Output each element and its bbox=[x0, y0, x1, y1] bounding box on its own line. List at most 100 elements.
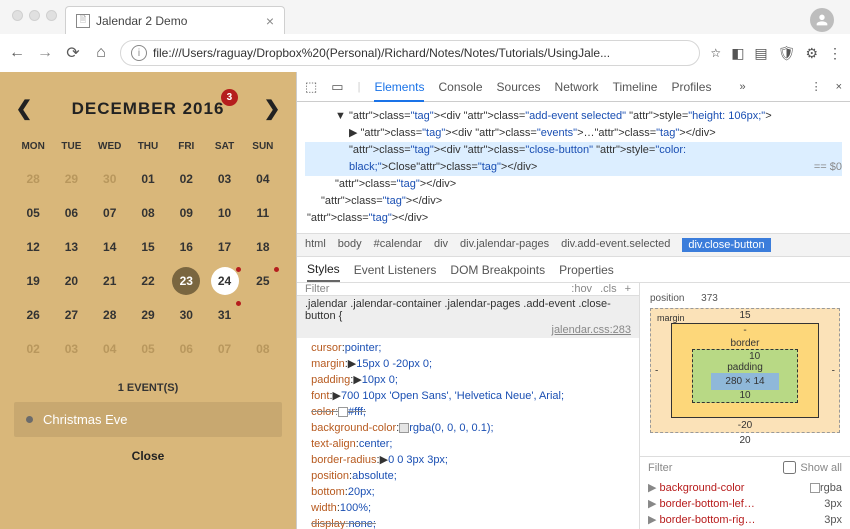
calendar-day[interactable]: 19 bbox=[14, 264, 52, 298]
back-button[interactable]: ← bbox=[8, 44, 26, 62]
ext-icon-2[interactable]: ▤ bbox=[754, 45, 767, 62]
cls-toggle[interactable]: .cls bbox=[600, 283, 617, 295]
crumb[interactable]: div.add-event.selected bbox=[561, 238, 670, 252]
next-month-button[interactable]: ❯ bbox=[262, 96, 282, 121]
ext-icon-3[interactable]: 🛡 bbox=[778, 45, 796, 62]
close-window-icon[interactable] bbox=[12, 10, 23, 21]
css-selector[interactable]: .jalendar .jalendar-container .jalendar-… bbox=[305, 298, 631, 322]
window-controls[interactable] bbox=[8, 0, 65, 21]
more-panels-icon[interactable]: » bbox=[739, 81, 745, 93]
show-all-checkbox[interactable] bbox=[783, 461, 796, 474]
url-field[interactable]: i file:///Users/raguay/Dropbox%20(Person… bbox=[120, 40, 700, 66]
calendar-day[interactable]: 12 bbox=[14, 230, 52, 264]
calendar-day[interactable]: 07 bbox=[91, 196, 129, 230]
devtools-tab[interactable]: Console bbox=[438, 80, 482, 94]
computed-filter-label[interactable]: Filter bbox=[648, 462, 672, 474]
crumb[interactable]: div bbox=[434, 238, 448, 252]
devtools-tab[interactable]: Network bbox=[555, 80, 599, 94]
calendar-day[interactable]: 10 bbox=[205, 196, 243, 230]
calendar-day[interactable]: 18 bbox=[244, 230, 282, 264]
styles-subtab[interactable]: Event Listeners bbox=[354, 263, 437, 277]
calendar-day[interactable]: 20 bbox=[52, 264, 90, 298]
source-link[interactable]: jalendar.css:283 bbox=[552, 324, 632, 336]
calendar-day[interactable]: 02 bbox=[167, 162, 205, 196]
calendar-day[interactable]: 13 bbox=[52, 230, 90, 264]
calendar-day[interactable] bbox=[244, 298, 282, 332]
home-button[interactable]: ⌂ bbox=[92, 44, 110, 62]
calendar-day[interactable]: 29 bbox=[52, 162, 90, 196]
profile-avatar[interactable] bbox=[810, 8, 834, 32]
devtools-menu-icon[interactable]: ⋮ bbox=[811, 80, 822, 93]
filter-label[interactable]: Filter bbox=[305, 283, 329, 295]
crumb[interactable]: body bbox=[338, 238, 362, 252]
calendar-day[interactable]: 27 bbox=[52, 298, 90, 332]
ext-icon-1[interactable]: ◧ bbox=[731, 45, 744, 62]
box-model[interactable]: position 373 margin 15 - - border - padd… bbox=[640, 283, 850, 456]
styles-subtab[interactable]: Styles bbox=[307, 262, 340, 282]
calendar-day[interactable]: 23 bbox=[167, 264, 205, 298]
device-icon[interactable]: ▭ bbox=[331, 79, 343, 95]
css-rules[interactable]: cursor:pointer; margin:▶15px 0 -20px 0; … bbox=[297, 338, 639, 529]
calendar-day[interactable]: 02 bbox=[14, 332, 52, 366]
prev-month-button[interactable]: ❮ bbox=[14, 96, 34, 121]
zoom-window-icon[interactable] bbox=[46, 10, 57, 21]
calendar-day[interactable]: 08 bbox=[244, 332, 282, 366]
devtools-tab[interactable]: Sources bbox=[497, 80, 541, 94]
computed-list[interactable]: ▶background-colorrgba▶border-bottom-lef…… bbox=[640, 478, 850, 529]
calendar-day[interactable]: 30 bbox=[167, 298, 205, 332]
devtools-tab[interactable]: Timeline bbox=[613, 80, 658, 94]
calendar-day[interactable]: 06 bbox=[52, 196, 90, 230]
calendar-day[interactable]: 31 bbox=[205, 298, 243, 332]
calendar-day[interactable]: 29 bbox=[129, 298, 167, 332]
calendar-day[interactable]: 25 bbox=[244, 264, 282, 298]
calendar-day[interactable]: 03 bbox=[205, 162, 243, 196]
crumb[interactable]: html bbox=[305, 238, 326, 252]
devtools-tab[interactable]: Elements bbox=[374, 80, 424, 102]
crumb[interactable]: #calendar bbox=[374, 238, 422, 252]
info-icon[interactable]: i bbox=[131, 45, 147, 61]
breadcrumb[interactable]: html body #calendar div div.jalendar-pages di… bbox=[297, 233, 850, 257]
crumb[interactable]: div.jalendar-pages bbox=[460, 238, 549, 252]
calendar-day[interactable]: 09 bbox=[167, 196, 205, 230]
calendar-day[interactable]: 06 bbox=[167, 332, 205, 366]
styles-subtab[interactable]: DOM Breakpoints bbox=[450, 263, 545, 277]
calendar-day[interactable]: 24 bbox=[205, 264, 243, 298]
devtools-close-icon[interactable]: × bbox=[836, 81, 842, 93]
calendar-day[interactable]: 30 bbox=[91, 162, 129, 196]
calendar-day[interactable]: 05 bbox=[129, 332, 167, 366]
devtools-tab[interactable]: Profiles bbox=[671, 80, 711, 94]
calendar-day[interactable]: 28 bbox=[14, 162, 52, 196]
calendar-day[interactable]: 08 bbox=[129, 196, 167, 230]
calendar-day[interactable]: 28 bbox=[91, 298, 129, 332]
calendar-day[interactable]: 26 bbox=[14, 298, 52, 332]
forward-button[interactable]: → bbox=[36, 44, 54, 62]
ext-icon-4[interactable]: ⚙ bbox=[805, 45, 818, 62]
calendar-day[interactable]: 14 bbox=[91, 230, 129, 264]
minimize-window-icon[interactable] bbox=[29, 10, 40, 21]
calendar-day[interactable]: 05 bbox=[14, 196, 52, 230]
hov-toggle[interactable]: :hov bbox=[571, 283, 592, 295]
calendar-day[interactable]: 17 bbox=[205, 230, 243, 264]
calendar-day[interactable]: 22 bbox=[129, 264, 167, 298]
calendar-day[interactable]: 21 bbox=[91, 264, 129, 298]
elements-tree[interactable]: ▼ "attr">class="tag"><div "attr">class="… bbox=[297, 102, 850, 233]
close-button[interactable]: Close bbox=[14, 437, 282, 467]
calendar-day[interactable]: 11 bbox=[244, 196, 282, 230]
crumb[interactable]: div.close-button bbox=[682, 238, 770, 252]
reload-button[interactable]: ⟳ bbox=[64, 43, 82, 63]
styles-subtab[interactable]: Properties bbox=[559, 263, 614, 277]
calendar-day[interactable]: 03 bbox=[52, 332, 90, 366]
add-rule-icon[interactable]: + bbox=[625, 283, 631, 295]
close-tab-icon[interactable]: × bbox=[266, 13, 274, 29]
calendar-day[interactable]: 04 bbox=[244, 162, 282, 196]
browser-tab[interactable]: 🗎 Jalendar 2 Demo × bbox=[65, 6, 285, 34]
calendar-day[interactable]: 15 bbox=[129, 230, 167, 264]
event-item[interactable]: Christmas Eve bbox=[14, 402, 282, 437]
calendar-day[interactable]: 16 bbox=[167, 230, 205, 264]
calendar-day[interactable]: 07 bbox=[205, 332, 243, 366]
calendar-day[interactable]: 01 bbox=[129, 162, 167, 196]
menu-icon[interactable]: ⋮ bbox=[828, 45, 842, 62]
star-icon[interactable]: ☆ bbox=[710, 46, 721, 60]
calendar-day[interactable]: 04 bbox=[91, 332, 129, 366]
inspect-icon[interactable]: ⬚ bbox=[305, 79, 317, 95]
